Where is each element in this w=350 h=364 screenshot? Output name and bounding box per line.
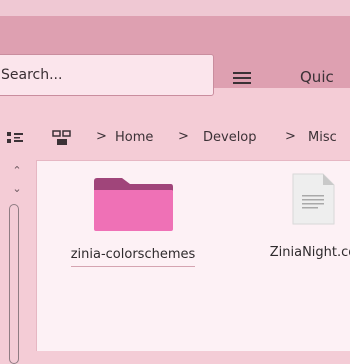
scroll-up-icon[interactable]: ⌃ bbox=[10, 165, 24, 176]
search-input[interactable] bbox=[1, 67, 213, 83]
file-item-document[interactable]: ZiniaNight.co bbox=[233, 173, 350, 260]
hamburger-menu-button[interactable] bbox=[228, 66, 256, 90]
details-view-icon[interactable] bbox=[6, 130, 26, 146]
file-view: zinia-colorschemes ZiniaNight.co bbox=[36, 160, 350, 351]
hamburger-icon bbox=[233, 72, 251, 74]
title-strip bbox=[0, 0, 350, 16]
split-view-icon[interactable] bbox=[52, 130, 72, 146]
search-field[interactable] bbox=[0, 54, 214, 96]
scroll-down-icon[interactable]: ⌄ bbox=[10, 183, 24, 194]
document-icon bbox=[292, 173, 335, 225]
folder-icon bbox=[94, 178, 173, 231]
breadcrumb-separator: > bbox=[178, 129, 189, 144]
file-item-label: ZiniaNight.co bbox=[269, 245, 350, 260]
breadcrumb-separator: > bbox=[96, 129, 107, 144]
breadcrumb-develop[interactable]: Develop bbox=[203, 130, 257, 145]
toolbar: Quic bbox=[0, 16, 350, 96]
file-item-label: zinia-colorschemes bbox=[70, 247, 196, 267]
places-scroll-column: ⌃ ⌄ bbox=[0, 160, 32, 364]
scrollbar[interactable] bbox=[9, 204, 19, 364]
breadcrumb-home[interactable]: Home bbox=[115, 130, 153, 145]
file-item-folder[interactable]: zinia-colorschemes bbox=[47, 173, 219, 267]
breadcrumb-separator: > bbox=[285, 129, 296, 144]
breadcrumb-misc[interactable]: Misc bbox=[308, 130, 337, 145]
quick-access-label[interactable]: Quic bbox=[300, 68, 334, 86]
breadcrumb: > Home > Develop > Misc bbox=[0, 118, 350, 158]
